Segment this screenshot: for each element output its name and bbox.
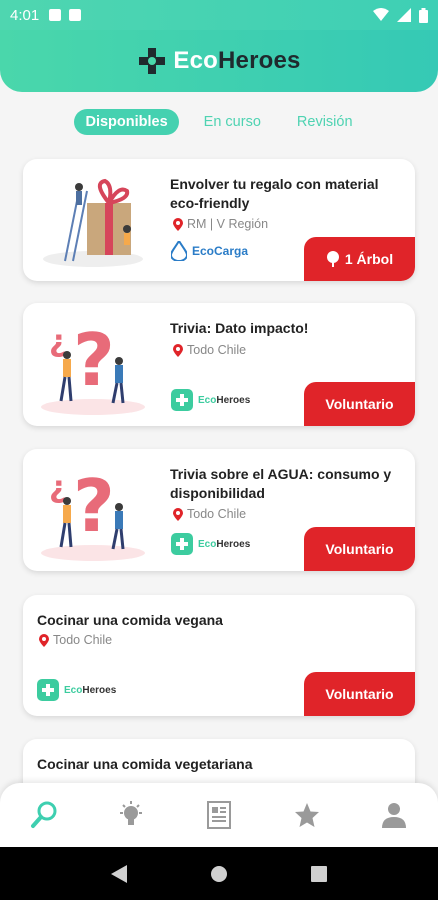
signal-icon (397, 8, 411, 22)
tab-bar: Disponibles En curso Revisión (0, 109, 438, 135)
trivia-illustration: ? ¿ (41, 318, 145, 415)
card-location: Todo Chile (173, 507, 246, 521)
card-brand-logo: EcoHeroes (37, 679, 116, 701)
nav-favorites[interactable] (287, 795, 327, 835)
card-title: Trivia sobre el AGUA: consumo y disponib… (170, 466, 392, 501)
status-time: 4:01 (10, 6, 40, 24)
nav-search[interactable] (24, 795, 64, 835)
ecoheroes-brand-icon (171, 389, 193, 411)
nav-documents[interactable] (199, 795, 239, 835)
sd-card-icon (69, 9, 82, 21)
challenge-card[interactable]: Cocinar una comida vegana Todo Chile Eco… (23, 595, 415, 716)
challenge-card[interactable]: ? ¿ Trivia sobre el AGUA: consumo y disp… (23, 449, 415, 571)
location-pin-icon (173, 217, 183, 231)
star-icon (294, 803, 319, 827)
notification-icon (49, 9, 62, 21)
card-title: Trivia: Dato impacto! (170, 320, 309, 336)
app-logo: EcoHeroes (137, 46, 300, 76)
ecoheroes-brand-icon (37, 679, 59, 701)
card-title: Envolver tu regalo con material eco-frie… (170, 176, 379, 211)
location-pin-icon (39, 633, 49, 647)
user-icon (382, 803, 407, 828)
challenge-card[interactable]: Envolver tu regalo con material eco-frie… (23, 159, 415, 281)
document-icon (206, 801, 231, 829)
home-icon[interactable] (210, 865, 228, 883)
back-icon[interactable] (111, 864, 128, 883)
battery-icon (419, 7, 428, 23)
status-bar: 4:01 (0, 0, 438, 30)
search-icon (30, 801, 57, 828)
location-pin-icon (173, 343, 183, 357)
volunteer-button[interactable]: Voluntario (304, 527, 415, 571)
volunteer-button[interactable]: Voluntario (304, 672, 415, 716)
bottom-navigation (0, 783, 438, 847)
ecocarga-logo-icon (171, 241, 187, 261)
card-location: Todo Chile (173, 343, 246, 357)
tab-disponibles[interactable]: Disponibles (74, 109, 179, 135)
volunteer-button[interactable]: Voluntario (304, 382, 415, 426)
gift-wrap-illustration (43, 178, 143, 267)
recents-icon[interactable] (310, 865, 327, 882)
card-location: Todo Chile (39, 633, 112, 647)
lightbulb-icon (120, 801, 143, 825)
app-logo-text: EcoHeroes (173, 47, 301, 74)
reward-button[interactable]: 1 Árbol (304, 237, 415, 281)
card-brand-logo: EcoHeroes (171, 389, 250, 411)
nav-ideas[interactable] (111, 795, 151, 835)
wifi-icon (373, 8, 389, 21)
system-navigation-bar (0, 847, 438, 900)
ecoheroes-brand-icon (171, 533, 193, 555)
nav-profile[interactable] (374, 795, 414, 835)
trivia-illustration: ? ¿ (41, 464, 145, 561)
svg-text:?: ? (73, 318, 115, 402)
tab-en-curso[interactable]: En curso (193, 109, 272, 135)
tab-revision[interactable]: Revisión (286, 109, 364, 135)
card-title: Cocinar una comida vegana (37, 612, 223, 628)
card-location: RM | V Región (173, 217, 268, 231)
tree-icon (326, 251, 339, 267)
app-header: EcoHeroes (0, 30, 438, 92)
card-title: Cocinar una comida vegetariana (37, 756, 253, 772)
location-pin-icon (173, 507, 183, 521)
card-brand-logo: EcoHeroes (171, 533, 250, 555)
challenge-card[interactable]: ? ¿ Trivia: Dato impacto! Todo Chile Eco… (23, 303, 415, 426)
ecoheroes-logo-icon (139, 48, 166, 74)
card-brand-logo: EcoCarga (171, 241, 248, 261)
svg-text:?: ? (73, 464, 115, 548)
